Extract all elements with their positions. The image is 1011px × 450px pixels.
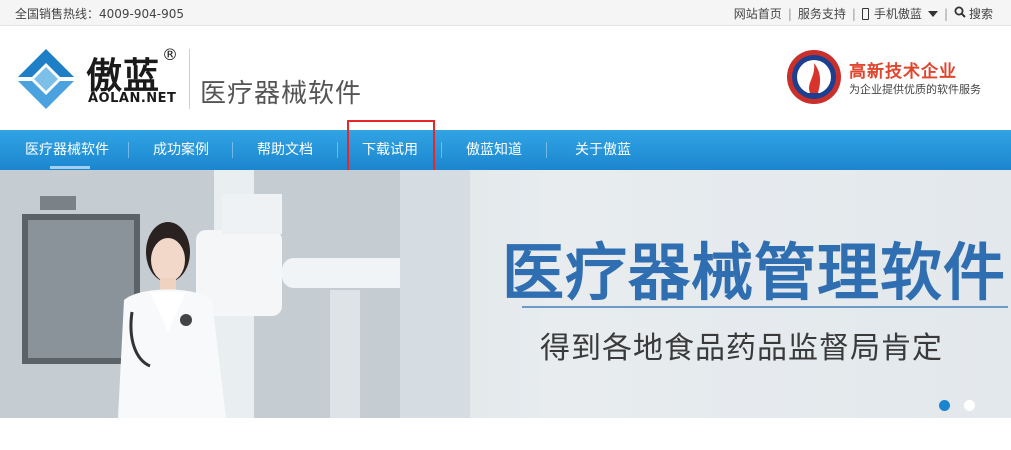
badge-subtitle: 为企业提供优质的软件服务 (849, 83, 981, 96)
main-nav: 医疗器械软件 成功案例 帮助文档 下载试用 傲蓝知道 关于傲蓝 (0, 130, 1011, 170)
banner-title: 医疗器械管理软件 (502, 236, 1007, 309)
product-category: 医疗器械软件 (200, 79, 363, 109)
carousel-dot-2[interactable] (964, 400, 975, 411)
chevron-down-icon[interactable] (927, 10, 938, 17)
nav-item-success-cases[interactable]: 成功案例 (153, 130, 209, 170)
aolan-logo-icon[interactable] (14, 47, 78, 111)
hero-banner[interactable]: 医疗器械管理软件 得到各地食品药品监督局肯定 (0, 170, 1011, 418)
nav-item-about-aolan[interactable]: 关于傲蓝 (575, 130, 631, 170)
nav-active-indicator (50, 166, 90, 169)
nav-item-medical-device-software[interactable]: 医疗器械软件 (25, 130, 109, 170)
banner-divider (522, 306, 1008, 308)
search-icon[interactable] (954, 6, 966, 21)
site-header: 傲蓝 ® AOLAN.NET 医疗器械软件 高新技术企业 为企业提供优质的软件服… (0, 27, 1011, 130)
xray-equipment-illustration (0, 170, 470, 418)
badge-title: 高新技术企业 (849, 62, 957, 82)
mobile-phone-icon (861, 7, 869, 20)
top-links: 网站首页 | 服务支持 | 手机傲蓝 | 搜索 (733, 5, 993, 22)
home-link[interactable]: 网站首页 (734, 5, 782, 22)
highlight-box (347, 120, 435, 176)
nav-item-aolan-zhidao[interactable]: 傲蓝知道 (466, 130, 522, 170)
mobile-aolan-link[interactable]: 手机傲蓝 (874, 5, 922, 22)
divider (189, 49, 190, 109)
top-bar: 全国销售热线：4009-904-905 网站首页 | 服务支持 | 手机傲蓝 |… (0, 0, 1011, 26)
service-support-link[interactable]: 服务支持 (798, 5, 846, 22)
banner-subtitle: 得到各地食品药品监督局肯定 (540, 331, 943, 366)
search-link[interactable]: 搜索 (969, 5, 993, 22)
registered-mark: ® (162, 45, 178, 64)
brand-domain: AOLAN.NET (88, 91, 177, 106)
high-tech-enterprise-seal-icon (787, 50, 841, 104)
sales-hotline: 全国销售热线：4009-904-905 (15, 7, 185, 21)
carousel-dot-1[interactable] (939, 400, 950, 411)
nav-item-help-docs[interactable]: 帮助文档 (257, 130, 313, 170)
